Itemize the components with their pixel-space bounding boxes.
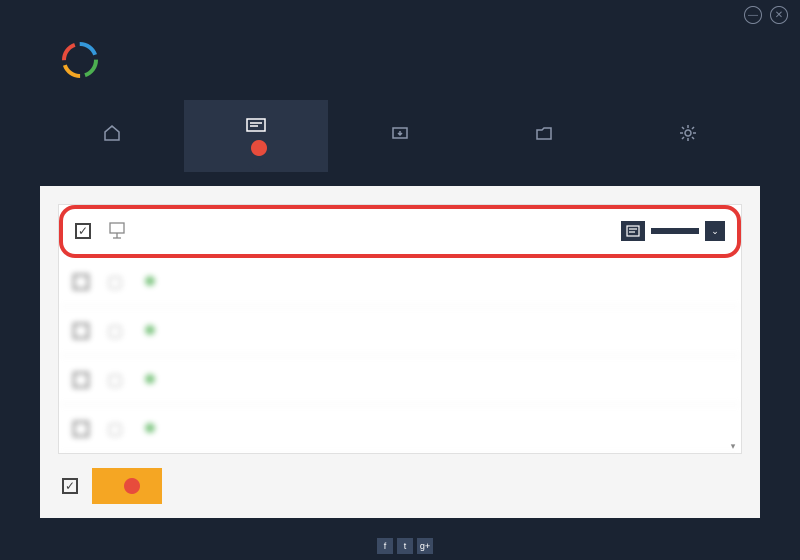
tab-settings[interactable] — [616, 100, 760, 172]
status-dot-icon — [145, 423, 155, 433]
checkbox[interactable] — [75, 223, 91, 239]
restore-icon — [533, 124, 555, 142]
device-icon: ▢ — [103, 368, 127, 392]
driver-list: ▴ ⌄ ▢ ▢ ▢ — [58, 204, 742, 454]
update-button[interactable] — [651, 228, 699, 234]
checkbox[interactable] — [73, 323, 89, 339]
checkbox[interactable] — [73, 372, 89, 388]
status-dot-icon — [145, 374, 155, 384]
device-icon: ▢ — [103, 417, 127, 441]
download-badge — [124, 478, 140, 494]
driver-row: ▢ — [59, 307, 741, 356]
display-icon: ▢ — [103, 270, 127, 294]
driver-row: ▢ — [59, 258, 741, 307]
tab-driver-updates[interactable] — [184, 100, 328, 172]
update-dropdown-button[interactable]: ⌄ — [705, 221, 725, 241]
backup-icon — [389, 124, 411, 142]
gear-icon — [677, 124, 699, 142]
updates-badge — [251, 140, 267, 156]
facebook-icon[interactable]: f — [377, 538, 393, 554]
logo-icon — [60, 40, 100, 80]
select-all-checkbox[interactable] — [62, 478, 78, 494]
audio-icon: ▢ — [103, 319, 127, 343]
download-install-button[interactable] — [92, 468, 162, 504]
header — [0, 30, 800, 100]
checkbox[interactable] — [73, 421, 89, 437]
twitter-icon[interactable]: t — [397, 538, 413, 554]
bottom-bar: f t g+ — [0, 538, 800, 554]
home-icon — [101, 124, 123, 142]
driver-row: ▢ — [59, 356, 741, 405]
status-dot-icon — [145, 276, 155, 286]
tab-home[interactable] — [40, 100, 184, 172]
minimize-button[interactable]: ― — [744, 6, 762, 24]
checkbox[interactable] — [73, 274, 89, 290]
status-dot-icon — [145, 325, 155, 335]
updates-icon — [245, 116, 267, 134]
tab-bar — [0, 100, 800, 172]
tab-restore[interactable] — [472, 100, 616, 172]
network-card-icon — [105, 219, 129, 243]
driver-row-realtek: ⌄ — [61, 207, 739, 256]
close-button[interactable]: ✕ — [770, 6, 788, 24]
scroll-down-icon[interactable]: ▾ — [728, 441, 738, 451]
gplus-icon[interactable]: g+ — [417, 538, 433, 554]
driver-row: ▢ — [59, 405, 741, 454]
details-button[interactable] — [621, 221, 645, 241]
content-panel: ▴ ⌄ ▢ ▢ ▢ — [40, 186, 760, 518]
tab-backup[interactable] — [328, 100, 472, 172]
